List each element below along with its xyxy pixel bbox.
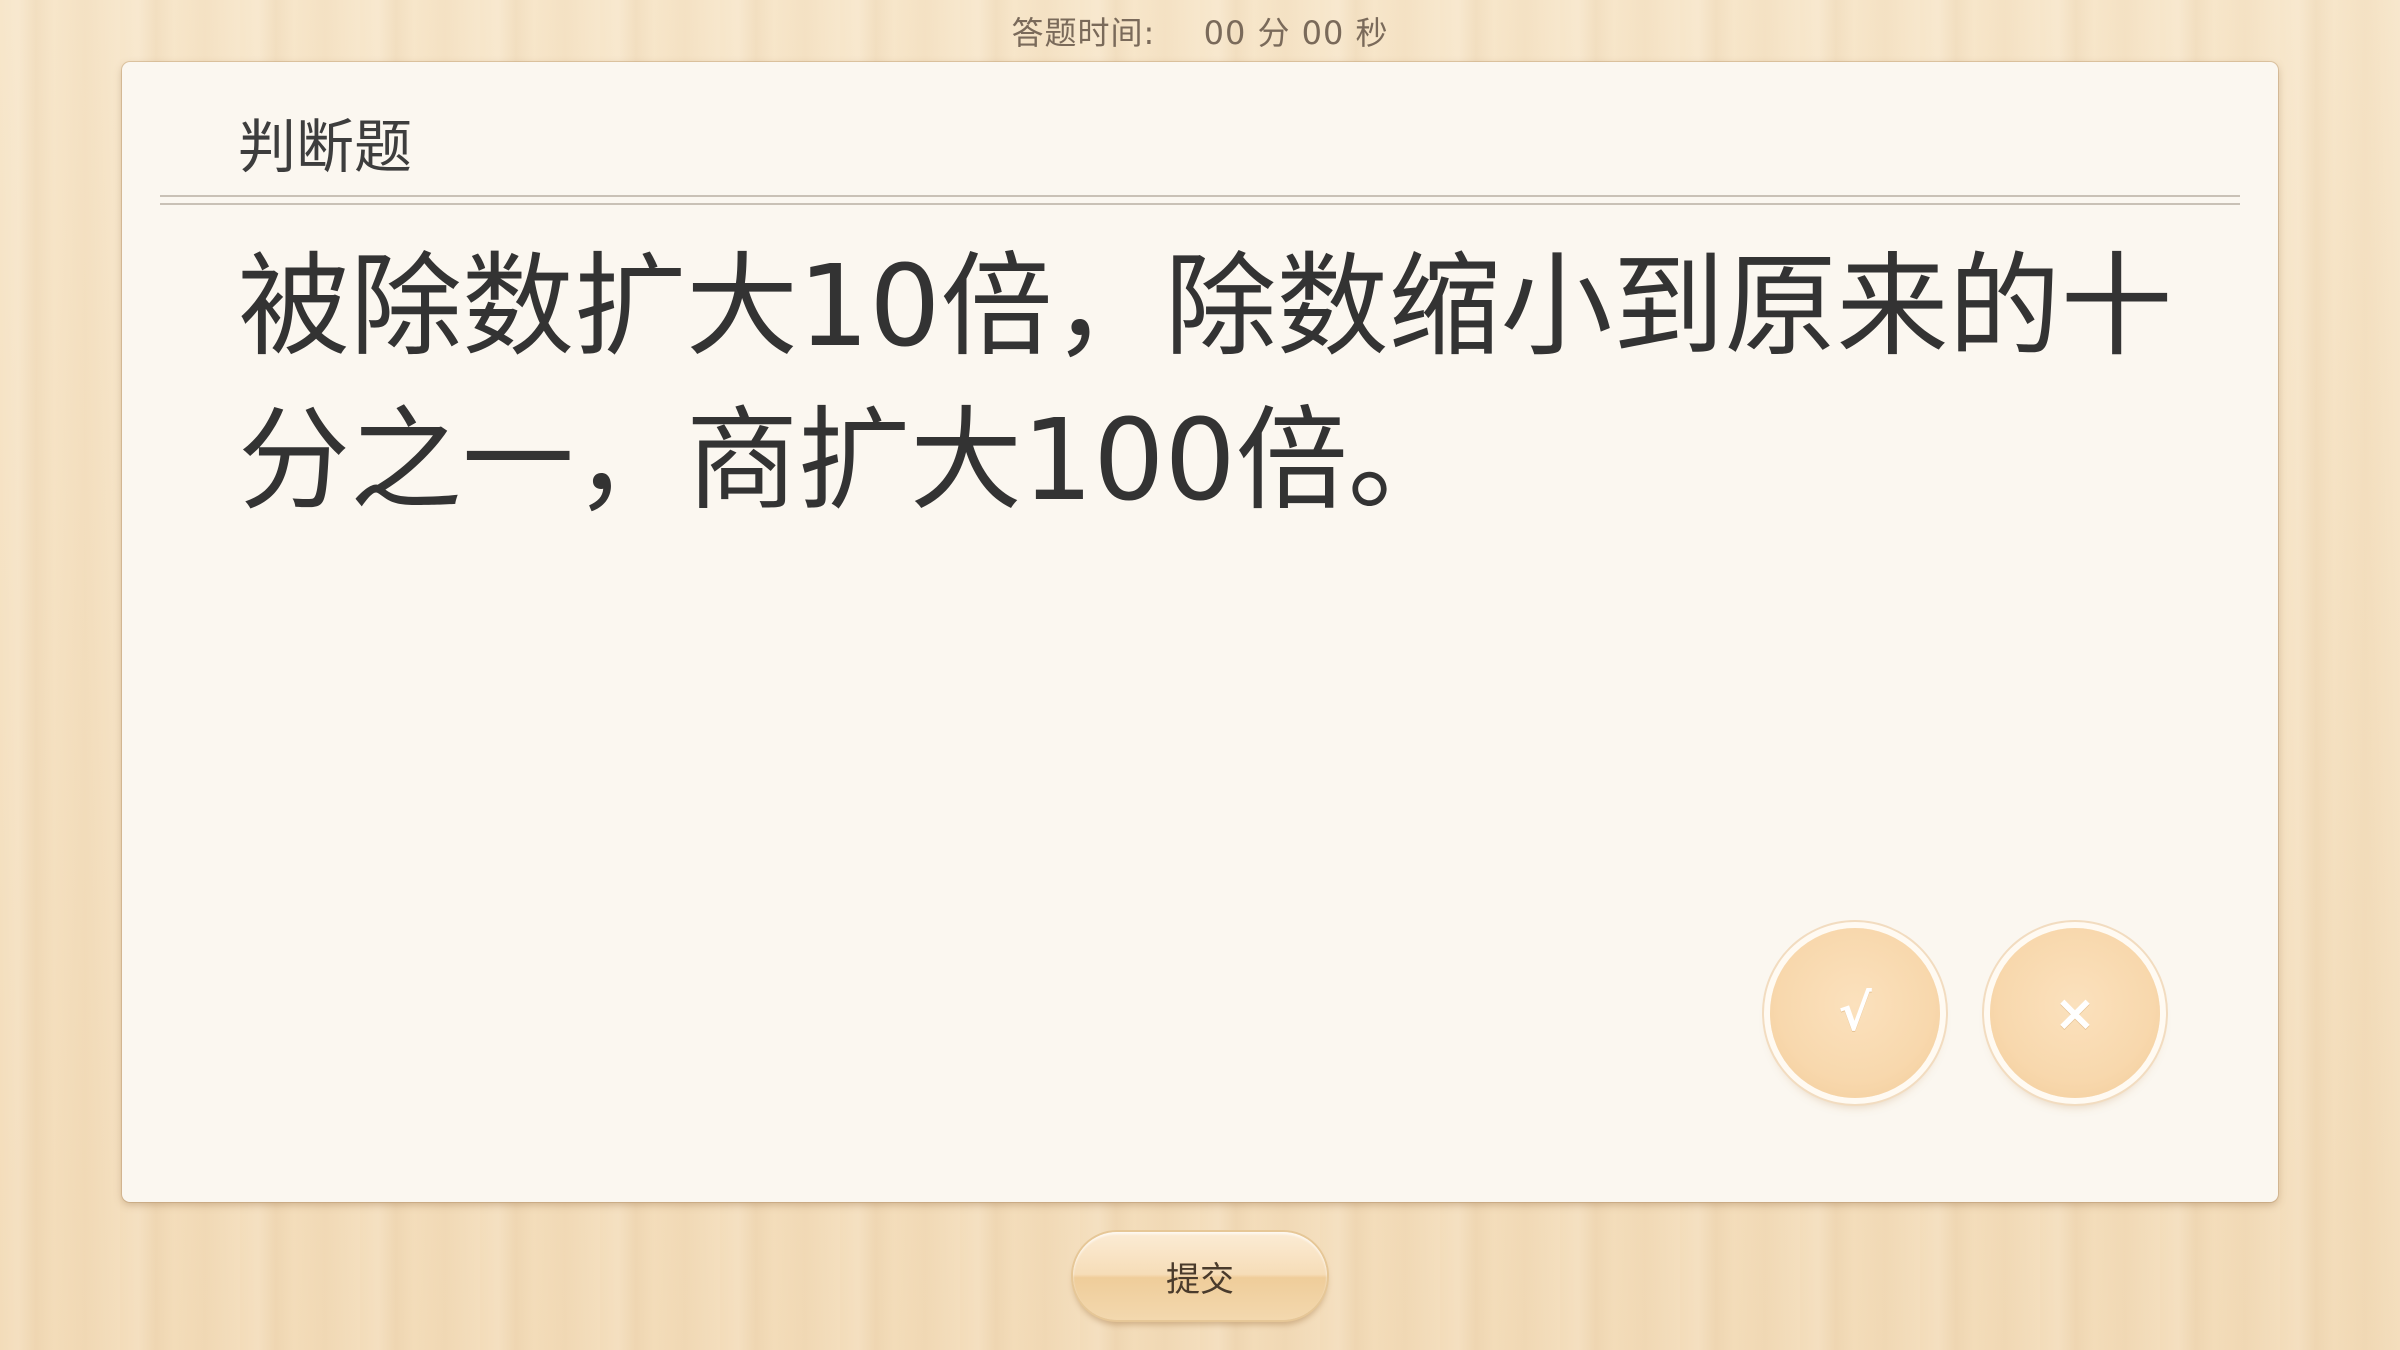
title-divider [160, 195, 2240, 205]
submit-button-label: 提交 [1166, 1259, 1234, 1300]
cross-icon: × [2054, 984, 2096, 1042]
timer-label: 答题时间: [1011, 14, 1156, 52]
answer-timer: 答题时间: 00 分 00 秒 [0, 8, 2400, 54]
timer-seconds: 00 [1301, 14, 1345, 52]
true-answer-button[interactable]: √ [1770, 928, 1940, 1098]
question-text: 被除数扩大10倍，除数缩小到原来的十分之一，商扩大100倍。 [238, 242, 2173, 526]
timer-seconds-unit: 秒 [1355, 14, 1389, 52]
question-type-title: 判断题 [238, 113, 413, 181]
false-answer-button[interactable]: × [1990, 928, 2160, 1098]
check-icon: √ [1838, 984, 1872, 1042]
timer-minutes: 00 [1203, 14, 1247, 52]
timer-minutes-unit: 分 [1257, 14, 1291, 52]
question-card: 判断题 被除数扩大10倍，除数缩小到原来的十分之一，商扩大100倍。 √ × [122, 62, 2278, 1202]
submit-button[interactable]: 提交 [1073, 1232, 1327, 1320]
